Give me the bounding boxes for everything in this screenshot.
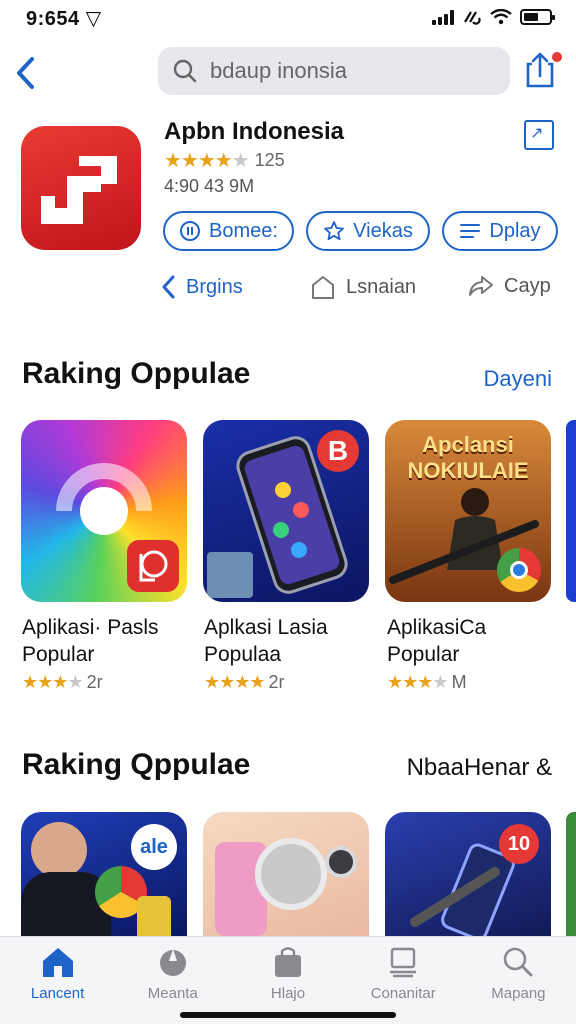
app-card-6[interactable]: [203, 812, 369, 936]
app-title: Apbn Indonesia: [164, 118, 344, 145]
star-icon: [324, 221, 345, 241]
app-card-3[interactable]: Apclansi NOKIULAIE: [385, 420, 551, 602]
link-icon: [464, 11, 481, 25]
card-title-line1: Aplkasi Lasia: [204, 616, 328, 639]
app-card-4-peek[interactable]: [566, 420, 576, 602]
card-title-line1: Aplikasi· Pasls: [22, 616, 159, 639]
status-icons: [432, 8, 555, 26]
rocket-icon: [159, 949, 186, 976]
tab-meanta[interactable]: Meanta: [115, 937, 230, 1024]
action-label: Cayp: [504, 274, 551, 297]
app-logo-icon: [41, 156, 117, 224]
share-button[interactable]: [524, 50, 562, 90]
house-icon: [312, 276, 334, 299]
pill-label: Dplay: [489, 219, 541, 242]
circle-icon: [180, 221, 201, 241]
card-rating: ★★★★ 2r: [204, 672, 285, 693]
rating-stars: ★★★★: [22, 672, 84, 692]
chevron-left-icon: [162, 275, 175, 299]
card-title: Aplikasi· Pasls Popular: [22, 614, 159, 668]
bag-icon: [275, 947, 301, 977]
share-arrow-icon: [469, 276, 493, 296]
secondary-actions: Brgins Lsnaian Cayp: [160, 274, 560, 310]
pill-button-viekas[interactable]: Viekas: [306, 211, 430, 251]
card-title-line1: AplikasiCa: [387, 616, 487, 639]
tab-bar: Lancent Meanta Hlajo Conanitar Mapang: [0, 936, 576, 1024]
action-label: Brgins: [186, 275, 243, 298]
tab-conanitar[interactable]: Conanitar: [346, 937, 461, 1024]
pill-label: Bomee:: [209, 219, 278, 242]
rating-stars: ★★★★★: [164, 150, 250, 172]
pill-label: Viekas: [353, 219, 413, 242]
tab-label: Lancent: [30, 985, 85, 1002]
notification-dot: [552, 52, 562, 62]
rating-stars: ★★★★: [204, 672, 266, 692]
search-icon: [504, 947, 533, 977]
tab-label: Mapang: [491, 985, 546, 1002]
action-cayp[interactable]: Cayp: [468, 274, 551, 298]
app-card-8-peek[interactable]: [566, 812, 576, 936]
tab-mapang[interactable]: Mapang: [461, 937, 576, 1024]
tab-hlajo[interactable]: Hlajo: [230, 937, 345, 1024]
app-card-7[interactable]: 10: [385, 812, 551, 936]
card-title: AplikasiCa Popular: [387, 614, 486, 668]
section-see-all-link[interactable]: NbaaHenar &: [407, 754, 552, 782]
pill-button-bomee[interactable]: Bomee:: [163, 211, 294, 251]
search-input[interactable]: bdaup inonsia: [210, 58, 347, 84]
status-time: 9:654 ▽: [26, 8, 102, 30]
app-card-2[interactable]: B: [203, 420, 369, 602]
camera-lens-small: [325, 846, 357, 878]
action-brgins[interactable]: Brgins: [160, 274, 243, 300]
rating-value: 2r: [86, 672, 103, 692]
action-pills: Bomee: Viekas Dplay: [163, 211, 558, 251]
camera-lens-icon: [255, 838, 327, 910]
battery-icon: [520, 9, 555, 25]
action-lsnaian[interactable]: Lsnaian: [310, 274, 416, 300]
action-label: Lsnaian: [346, 275, 417, 298]
app-icon: [21, 126, 141, 250]
mask-figure: [137, 896, 171, 936]
search-icon: [173, 59, 197, 83]
home-icon: [42, 948, 73, 977]
pill-button-dplay[interactable]: Dplay: [442, 211, 558, 251]
card-title-line2: Populaa: [204, 643, 282, 666]
rating-count: 125: [254, 150, 285, 170]
chrome-icon: [497, 548, 541, 592]
chat-badge-icon: [127, 540, 179, 592]
card-title-line2: Popular: [387, 643, 460, 666]
section-title: Raking Qppulae: [22, 748, 251, 781]
b-badge-icon: B: [317, 430, 359, 472]
app-card-5[interactable]: ale: [21, 812, 187, 936]
app-card-1[interactable]: [21, 420, 187, 602]
signal-icon: [432, 9, 454, 25]
rating-value: 2r: [268, 672, 285, 692]
rating-value: M: [451, 672, 467, 692]
card-rating: ★★★★ 2r: [22, 672, 103, 693]
home-indicator[interactable]: [180, 1012, 396, 1018]
tab-label: Meanta: [147, 985, 198, 1002]
layers-icon: [390, 947, 417, 978]
rating-stars: ★★★★: [387, 672, 449, 692]
status-bar: 9:654 ▽: [0, 0, 576, 36]
section-title: Raking Oppulae: [22, 357, 251, 390]
person-face: [31, 822, 87, 878]
tab-label: Hlajo: [270, 985, 306, 1002]
tab-lancent[interactable]: Lancent: [0, 937, 115, 1024]
ale-badge: ale: [131, 824, 177, 870]
app-rating: ★★★★★ 125: [164, 148, 285, 173]
tab-label: Conanitar: [370, 985, 436, 1002]
bookmark-button[interactable]: [524, 120, 554, 150]
app-meta: 4:90 43 9M: [164, 176, 255, 196]
search-bar[interactable]: bdaup inonsia: [158, 47, 510, 95]
back-button[interactable]: [10, 52, 42, 92]
card-title-line2: Popular: [22, 643, 95, 666]
chevron-left-icon: [17, 57, 34, 89]
card-title: Aplkasi Lasia Populaa: [204, 614, 328, 668]
card-rating: ★★★★ M: [387, 672, 467, 693]
avatar-thumbnail: [207, 552, 253, 598]
number-badge: 10: [499, 824, 539, 864]
section-see-all-link[interactable]: Dayeni: [484, 366, 552, 392]
list-icon: [460, 224, 481, 238]
wifi-icon: [490, 9, 512, 25]
